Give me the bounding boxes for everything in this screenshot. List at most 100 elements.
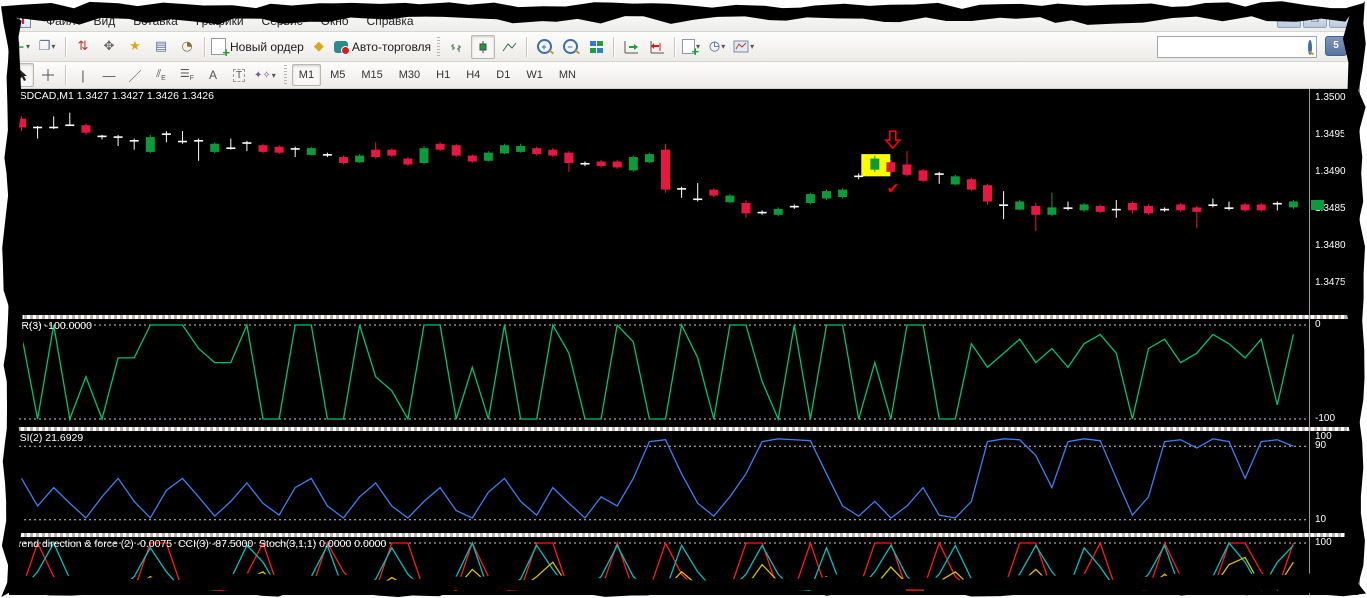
navigator-button[interactable]: ★	[123, 35, 147, 59]
timeframe-d1[interactable]: D1	[489, 64, 517, 86]
tile-windows-icon	[589, 40, 604, 54]
minimize-button[interactable]: –	[1277, 11, 1301, 28]
menu-item-2[interactable]: Вставка	[124, 12, 187, 30]
text-button[interactable]: A	[201, 63, 225, 87]
oscillators-axis[interactable]: 100 0.00	[1309, 537, 1358, 595]
arrows-button[interactable]: ✦✧▾	[253, 63, 279, 87]
menu-item-1[interactable]: Вид	[85, 12, 125, 30]
horizontal-line-button[interactable]: —	[97, 63, 121, 87]
svg-text:✔: ✔	[887, 180, 900, 197]
search-icon[interactable]	[1308, 40, 1312, 55]
rsi-label: RSI(2) 21.6929	[12, 432, 83, 444]
timeframe-w1[interactable]: W1	[519, 64, 550, 86]
axis-tick: 0.00	[1315, 585, 1334, 595]
timeframe-m30[interactable]: M30	[392, 64, 427, 86]
timeframe-mn[interactable]: MN	[552, 64, 583, 86]
menu-item-4[interactable]: Сервис	[253, 12, 312, 30]
menu-item-5[interactable]: Окно	[312, 12, 358, 30]
chart-shift-icon	[650, 40, 665, 54]
equidistant-channel-icon: ⫽E	[156, 68, 166, 82]
toolbar-separator	[204, 37, 205, 57]
channel-button[interactable]: ⫽E	[149, 63, 173, 87]
close-button[interactable]: ✕	[1329, 11, 1353, 28]
timeframe-m1[interactable]: M1	[292, 64, 321, 86]
chart-title: USDCAD,M1 1.3427 1.3427 1.3426 1.3426	[12, 90, 214, 102]
trendline-button[interactable]: ／	[123, 63, 147, 87]
toolbar-separator	[65, 37, 66, 57]
chart-shift-button[interactable]	[645, 35, 669, 59]
toolbar-separator	[284, 65, 287, 85]
indicators-button[interactable]: ▾	[680, 35, 704, 59]
community-badge[interactable]: 5	[1325, 36, 1347, 56]
timeframe-m5[interactable]: M5	[323, 64, 352, 86]
search-box	[1157, 36, 1317, 58]
timeframe-h1[interactable]: H1	[429, 64, 457, 86]
timeframe-h4[interactable]: H4	[459, 64, 487, 86]
new-order-label: Новый ордер	[230, 40, 304, 54]
fibonacci-button[interactable]: ☰F	[175, 63, 199, 87]
chevron-down-icon: ▾	[272, 71, 276, 80]
bar-chart-button[interactable]	[445, 35, 469, 59]
toolbar-separator	[65, 65, 66, 85]
zoom-out-icon: −	[563, 39, 578, 54]
candlestick-plot[interactable]: ✔	[9, 89, 1309, 315]
vertical-line-button[interactable]: |	[71, 63, 95, 87]
candlestick-chart-button[interactable]	[471, 35, 495, 59]
search-input[interactable]	[1158, 39, 1308, 55]
text-label-button[interactable]: T	[227, 63, 251, 87]
horizontal-line-icon: —	[103, 68, 116, 83]
market-watch-button[interactable]: ⇅	[71, 35, 95, 59]
line-chart-button[interactable]	[497, 35, 521, 59]
chart-area: ✔ USDCAD,M1 1.3427 1.3427 1.3426 1.3426 …	[9, 89, 1359, 595]
metaeditor-button[interactable]: ◆	[307, 35, 331, 59]
terminal-icon: ▤	[155, 39, 167, 54]
vertical-line-icon: |	[81, 68, 84, 83]
profiles-button[interactable]: ❐▾	[36, 35, 60, 59]
new-chart-button[interactable]: ＋▾	[10, 35, 34, 59]
restore-button[interactable]: ❐	[1303, 11, 1327, 28]
new-order-button[interactable]: Новый ордер	[210, 35, 305, 59]
menu-item-0[interactable]: Файл	[37, 12, 85, 30]
axis-tick: -100	[1315, 413, 1335, 424]
templates-button[interactable]: ▾	[732, 35, 757, 59]
wpr-axis[interactable]: 0-100	[1309, 319, 1358, 427]
timeframe-m15[interactable]: M15	[354, 64, 389, 86]
terminal-button[interactable]: ▤	[149, 35, 173, 59]
axis-tick: 1.3490	[1315, 166, 1346, 177]
main-chart-panel: ✔ USDCAD,M1 1.3427 1.3427 1.3426 1.3426 …	[9, 89, 1357, 315]
strategy-tester-icon: ◔	[181, 39, 192, 54]
arrows-icon: ✦✧	[254, 70, 271, 81]
new-chart-icon: ＋	[12, 37, 25, 56]
periods-button[interactable]: ◷▾	[706, 35, 730, 59]
rsi-plot[interactable]	[9, 431, 1309, 533]
crosshair-icon	[41, 68, 55, 82]
menu-item-3[interactable]: Графики	[187, 12, 253, 30]
strategy-tester-button[interactable]: ◔	[175, 35, 199, 59]
cursor-button[interactable]	[10, 63, 34, 87]
auto-scroll-button[interactable]	[619, 35, 643, 59]
auto-scroll-icon	[624, 40, 639, 54]
candlestick-chart-icon	[476, 40, 491, 54]
data-window-button[interactable]: ✥	[97, 35, 121, 59]
axis-tick: 1.3495	[1315, 129, 1346, 140]
zoom-in-icon: +	[537, 39, 552, 54]
bar-chart-icon	[450, 40, 465, 54]
zoom-in-button[interactable]: +	[532, 35, 556, 59]
new-order-icon	[211, 38, 226, 55]
chevron-down-icon: ▾	[51, 42, 55, 51]
axis-tick: 100	[1315, 537, 1332, 548]
toolbar-separator	[526, 37, 527, 57]
price-axis[interactable]: 1.35001.34951.34901.34851.34801.3475	[1309, 89, 1358, 315]
axis-tick: 1.3480	[1315, 240, 1346, 251]
crosshair-button[interactable]	[36, 63, 60, 87]
menu-item-6[interactable]: Справка	[358, 12, 423, 30]
axis-tick: 10	[1315, 514, 1326, 525]
rsi-axis[interactable]: 1009010	[1309, 431, 1358, 533]
chevron-down-icon: ▾	[750, 42, 754, 51]
toolbar-separator	[437, 37, 440, 57]
app-icon[interactable]	[15, 14, 31, 28]
zoom-out-button[interactable]: −	[558, 35, 582, 59]
wpr-plot[interactable]	[9, 319, 1309, 427]
autotrading-button[interactable]: Авто-торговля	[333, 35, 432, 59]
tile-windows-button[interactable]	[584, 35, 608, 59]
